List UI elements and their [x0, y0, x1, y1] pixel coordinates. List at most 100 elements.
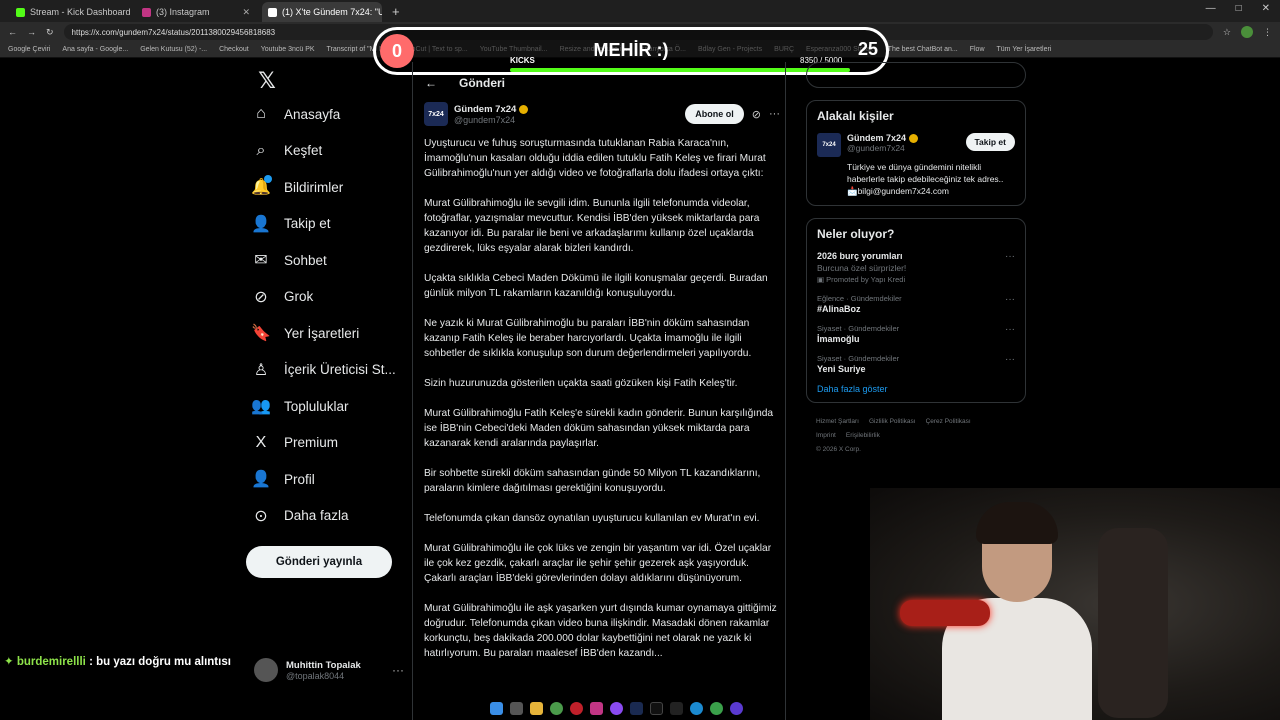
more-icon[interactable]: ··· [1005, 251, 1015, 262]
bookmark-item[interactable]: Flow [970, 46, 985, 53]
person-handle: @gundem7x24 [847, 143, 905, 153]
opera-icon[interactable] [570, 701, 583, 715]
nav-list: ⌂ Anasayfa ⌕ Keşfet 🔔 Bildirimler 👤 Takip et ✉ So… [246, 96, 406, 534]
folder-icon[interactable] [530, 701, 543, 715]
trend-item[interactable]: Siyaset · Gündemdekiler İmamoğlu ··· [817, 324, 1015, 344]
person-name[interactable]: Gündem 7x24 [847, 133, 906, 143]
post-button[interactable]: Gönderi yayınla [246, 546, 392, 578]
sidebar-item-label: Takip et [284, 216, 331, 232]
sidebar-item-communities[interactable]: 👥 Topluluklar [246, 388, 406, 425]
browser-tab[interactable]: (3) Instagram ✕ [136, 2, 256, 22]
reload-icon[interactable]: ↻ [46, 27, 54, 38]
sidebar-item-x-premium[interactable]: X Premium [246, 425, 406, 462]
bookmark-item[interactable]: Tüm Yer İşaretleri [997, 46, 1052, 53]
x-logo-icon[interactable]: 𝕏 [252, 66, 282, 96]
maximize-icon[interactable]: □ [1236, 3, 1242, 14]
star-icon[interactable]: ☆ [1223, 27, 1231, 38]
post-author-row: 7x24 Gündem 7x24 @gundem7x24 Abone ol ⊘ … [424, 100, 780, 128]
diamond-icon: ✦ [4, 656, 14, 668]
trend-item[interactable]: Siyaset · Gündemdekiler Yeni Suriye ··· [817, 354, 1015, 374]
sidebar-item-grok[interactable]: ⊘ Grok [246, 279, 406, 316]
bookmark-item[interactable]: Gelen Kutusu (52) -... [140, 46, 207, 53]
back-arrow-icon[interactable]: ← [425, 76, 437, 90]
footer-link[interactable]: © 2026 X Corp. [816, 446, 861, 453]
capcut-icon[interactable] [670, 701, 683, 715]
sidebar-item-bookmark[interactable]: 🔖 Yer İşaretleri [246, 315, 406, 352]
bookmark-item[interactable]: The best ChatBot an... [888, 46, 958, 53]
bookmark-item[interactable]: Ana sayfa - Google... [62, 46, 128, 53]
footer-link[interactable]: Çerez Politikası [926, 418, 971, 425]
tab-label: (1) X'te Gündem 7x24: "Uyuşt... [282, 7, 382, 17]
browser-tab[interactable]: Stream - Kick Dashboard✕ [10, 2, 130, 22]
sidebar-item-bell[interactable]: 🔔 Bildirimler [246, 169, 406, 206]
sidebar-item-more-circle[interactable]: ⊙ Daha fazla [246, 498, 406, 535]
author-avatar[interactable]: 7x24 [424, 102, 448, 126]
gaming-chair [1098, 528, 1168, 718]
related-title: Alakalı kişiler [817, 109, 894, 123]
forward-icon[interactable]: → [27, 27, 36, 37]
bookmark-item[interactable]: Youtube 3ncü PK [261, 46, 315, 53]
more-icon[interactable]: ··· [769, 108, 780, 120]
show-more-link[interactable]: Daha fazla göster [817, 384, 1015, 394]
photoshop-icon[interactable] [630, 701, 643, 715]
chrome-alt-icon[interactable] [710, 701, 723, 715]
post-paragraph: Murat Gülibrahimoğlu Fatih Keleş'e sürek… [424, 408, 774, 449]
post-paragraph: Sizin huzurunuzda gösterilen uçakta saat… [424, 378, 738, 389]
grok-icon[interactable]: ⊘ [752, 108, 761, 121]
menu-icon[interactable]: ⋮ [1263, 27, 1272, 38]
chat-text: : bu yazı doğru mu alıntısı [85, 656, 231, 668]
app-icon[interactable] [730, 701, 743, 715]
new-tab-icon[interactable]: + [392, 4, 400, 19]
trend-item[interactable]: Eğlence · Gündemdekiler #AlinaBoz ··· [817, 294, 1015, 314]
right-sidebar: Alakalı kişiler 7x24 Gündem 7x24 @gundem… [806, 62, 1026, 457]
chrome-icon[interactable] [550, 701, 563, 715]
instagram-icon[interactable] [590, 701, 603, 715]
taskbar [486, 698, 798, 718]
more-icon[interactable]: ··· [1005, 294, 1015, 305]
sidebar-item-label: İçerik Üreticisi St... [284, 362, 396, 378]
sidebar-item-home[interactable]: ⌂ Anasayfa [246, 96, 406, 133]
sidebar-item-label: Premium [284, 435, 339, 451]
taskview-icon[interactable] [510, 701, 523, 715]
person-avatar[interactable]: 7x24 [817, 133, 841, 157]
sidebar-item-add-user[interactable]: 👤 Takip et [246, 206, 406, 243]
tiktok-icon[interactable] [650, 701, 663, 715]
more-icon[interactable]: ··· [1005, 354, 1015, 365]
footer-link[interactable]: Gizlilik Politikası [869, 418, 916, 425]
search-input[interactable] [806, 62, 1026, 88]
related-people-card: Alakalı kişiler 7x24 Gündem 7x24 @gundem… [806, 100, 1026, 206]
communities-icon: 👥 [251, 398, 271, 416]
sidebar-item-mail[interactable]: ✉ Sohbet [246, 242, 406, 279]
search-icon: ⌕ [256, 141, 266, 159]
sidebar-item-profile[interactable]: 👤 Profil [246, 461, 406, 498]
windows-start-icon[interactable] [490, 701, 503, 715]
trend-title: 2026 burç yorumları [817, 251, 903, 261]
footer-link[interactable]: Imprint [816, 432, 836, 439]
left-sidebar: 𝕏 ⌂ Anasayfa ⌕ Keşfet 🔔 Bildirimler 👤 Takip et ✉… [246, 62, 406, 534]
sidebar-item-label: Bildirimler [284, 179, 344, 195]
subscribe-button[interactable]: Abone ol [685, 104, 744, 124]
post-paragraph: Uyuşturucu ve fuhuş soruşturmasında tutu… [424, 138, 766, 179]
person-bio: Türkiye ve dünya gündemini nitelikli hab… [847, 162, 1004, 196]
follow-button[interactable]: Takip et [965, 133, 1015, 151]
close-icon[interactable]: ✕ [1262, 3, 1270, 14]
sidebar-item-creator[interactable]: ♙ İçerik Üreticisi St... [246, 352, 406, 389]
trend-item[interactable]: 2026 burç yorumları Burcuna özel sürprizl… [817, 251, 1015, 284]
footer-link[interactable]: Hizmet Şartları [816, 418, 859, 425]
bookmark-item[interactable]: Google Çeviri [8, 46, 50, 53]
footer-link[interactable]: Erişilebilirlik [846, 432, 880, 439]
more-icon[interactable]: ··· [1005, 324, 1015, 335]
more-icon[interactable]: ··· [392, 663, 404, 677]
sidebar-item-label: Profil [284, 471, 315, 487]
browser-tab[interactable]: (1) X'te Gündem 7x24: "Uyuşt...✕ [262, 2, 382, 22]
messenger-icon[interactable] [610, 701, 623, 715]
bookmark-item[interactable]: Checkout [219, 46, 249, 53]
minimize-icon[interactable]: — [1206, 3, 1216, 14]
profile-icon[interactable] [1241, 26, 1253, 38]
author-name-wrap[interactable]: Gündem 7x24 [454, 104, 529, 115]
sidebar-item-search[interactable]: ⌕ Keşfet [246, 133, 406, 170]
close-tab-icon[interactable]: ✕ [242, 7, 250, 18]
edge-icon[interactable] [690, 701, 703, 715]
back-icon[interactable]: ← [8, 27, 17, 37]
account-switcher[interactable]: Muhittin Topalak @topalak8044 ··· [254, 655, 404, 685]
